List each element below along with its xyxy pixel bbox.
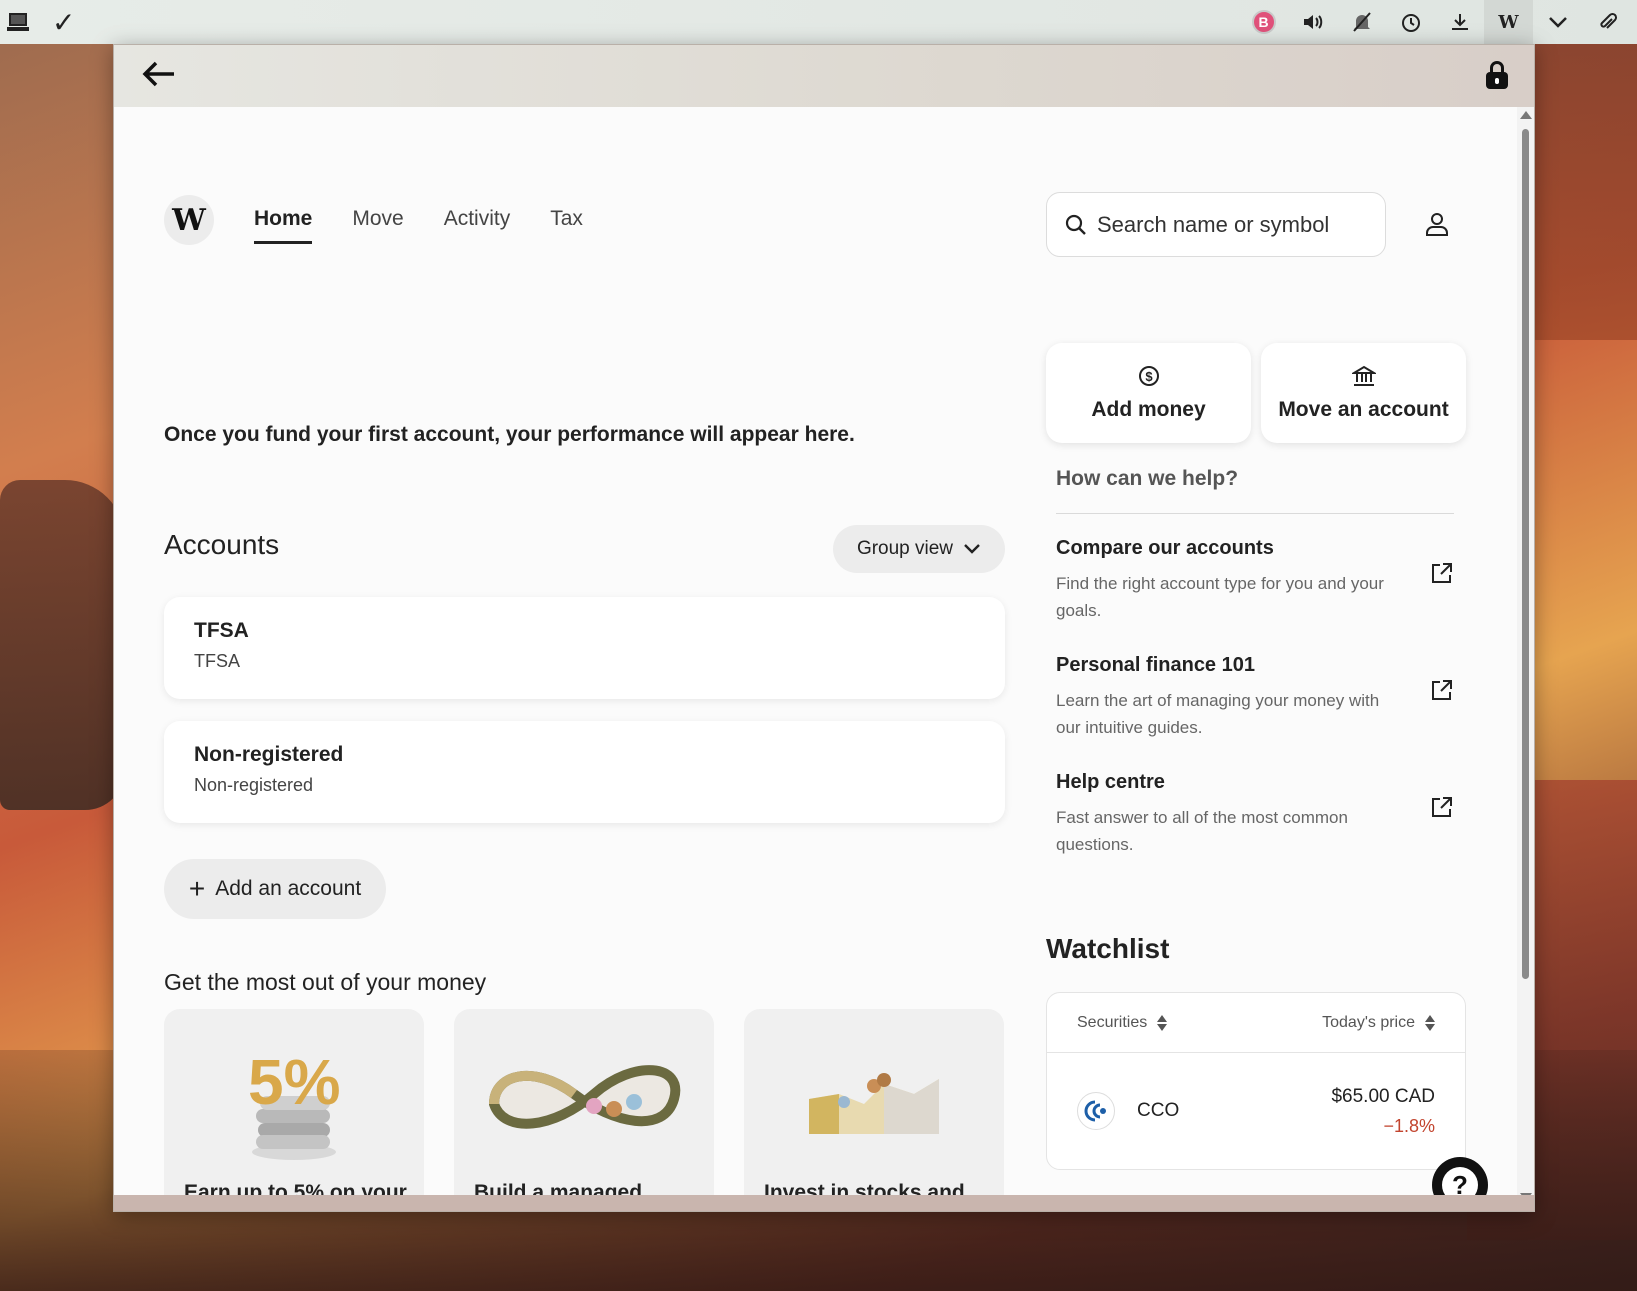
help-item-desc: Fast answer to all of the most common qu… [1056,808,1348,855]
svg-text:5%: 5% [248,1046,341,1118]
add-money-label: Add money [1091,398,1206,421]
promo-card-managed[interactable]: Build a managed portfolio [454,1009,714,1211]
wealthsimple-logo[interactable]: W [164,195,214,245]
chevron-down-icon[interactable] [1533,0,1582,44]
notifications-muted-icon[interactable] [1337,0,1386,44]
price-block: $65.00 CAD −1.8% [1331,1086,1435,1137]
watchlist-table: Securities Today's price CCO $65.00 CAD … [1046,992,1466,1170]
infinity-illustration [488,1065,681,1129]
account-card-non-registered[interactable]: Non-registered Non-registered [164,721,1005,823]
chevron-down-icon [964,544,980,554]
volume-icon[interactable] [1288,0,1337,44]
nav-move[interactable]: Move [352,207,403,244]
security-change: −1.8% [1383,1115,1435,1136]
clock-icon[interactable] [1386,0,1435,44]
system-top-bar: ✓ B W [0,0,1637,44]
bank-icon [1351,365,1376,386]
app-window: W Home Move Activity Tax Once you fund y… [113,44,1535,1212]
help-item-help-centre[interactable]: Help centre Fast answer to all of the mo… [1056,771,1454,858]
lock-icon[interactable] [1486,61,1508,89]
dollar-icon: $ [1138,366,1159,386]
move-account-label: Move an account [1278,398,1449,421]
security-symbol: CCO [1137,1100,1180,1121]
promo-card-cash[interactable]: 5% Earn up to 5% on your cash [164,1009,424,1211]
sort-price-button[interactable]: Today's price [1322,1014,1435,1032]
search-box[interactable] [1046,192,1386,257]
help-item-title: Help centre [1056,771,1165,793]
nav-home[interactable]: Home [254,207,313,244]
col-securities-label: Securities [1077,1013,1148,1031]
search-icon [1065,214,1086,235]
coins-5-percent-illustration: 5% [248,1046,341,1160]
nav-activity[interactable]: Activity [444,207,511,244]
nav-tax[interactable]: Tax [550,207,583,244]
brave-icon[interactable]: B [1239,0,1288,44]
main-nav: Home Move Activity Tax [254,207,583,244]
account-type: Non-registered [194,775,314,795]
help-item-title: Compare our accounts [1056,537,1274,559]
external-link-icon [1432,797,1452,817]
window-bottom-bar [114,1195,1534,1211]
watchlist-header: Securities Today's price [1047,993,1465,1053]
performance-message: Once you fund your first account, your p… [164,423,855,446]
add-money-button[interactable]: $ Add money [1046,343,1251,443]
add-account-button[interactable]: + Add an account [164,859,386,919]
move-account-button[interactable]: Move an account [1261,343,1466,443]
promo-card-stocks[interactable]: Invest in stocks and ETFs [744,1009,1004,1211]
col-price-label: Today's price [1322,1013,1415,1031]
help-item-desc: Learn the art of managing your money wit… [1056,691,1380,738]
download-icon[interactable] [1435,0,1484,44]
scroll-up-icon[interactable] [1520,111,1532,119]
vertical-scrollbar[interactable] [1517,107,1534,1211]
sort-securities-button[interactable]: Securities [1077,1013,1168,1032]
help-item-compare-accounts[interactable]: Compare our accounts Find the right acco… [1056,537,1454,624]
svg-text:$: $ [1145,369,1153,384]
back-arrow-icon[interactable] [142,57,176,95]
group-view-label: Group view [856,538,954,559]
help-item-title: Personal finance 101 [1056,654,1255,676]
help-item-personal-finance[interactable]: Personal finance 101 Learn the art of ma… [1056,654,1454,741]
window-titlebar [114,45,1534,107]
help-divider [1056,513,1454,514]
plus-icon: + [188,873,206,904]
checkmark-icon[interactable]: ✓ [52,0,75,44]
laptop-icon[interactable] [6,0,30,44]
paperclip-icon[interactable] [1582,0,1631,44]
profile-icon[interactable] [1424,211,1450,237]
account-type: TFSA [194,651,241,671]
watchlist-heading: Watchlist [1046,933,1170,964]
sort-icon [1157,1014,1168,1031]
group-view-button[interactable]: Group view [833,525,1005,573]
add-account-label: Add an account [215,877,362,900]
account-card-tfsa[interactable]: TFSA TFSA [164,597,1005,699]
scrollbar-thumb[interactable] [1522,129,1529,979]
search-input[interactable] [1097,211,1367,238]
accounts-heading: Accounts [164,529,280,560]
crown-coins-illustration [809,1073,939,1134]
account-name: Non-registered [194,743,344,766]
external-link-icon [1432,563,1452,583]
watchlist-row[interactable]: CCO $65.00 CAD −1.8% [1047,1053,1465,1169]
account-name: TFSA [194,619,249,642]
sort-icon [1425,1014,1435,1031]
wealthsimple-icon[interactable]: W [1484,0,1533,44]
help-heading: How can we help? [1056,467,1239,490]
external-link-icon [1432,680,1452,700]
security-price: $65.00 CAD [1331,1085,1435,1107]
desktop-wallpaper-left [0,480,125,810]
promo-section-heading: Get the most out of your money [164,969,487,995]
page-content: W Home Move Activity Tax Once you fund y… [114,107,1519,1211]
help-item-desc: Find the right account type for you and … [1056,574,1384,621]
cameco-logo-icon [1077,1092,1115,1130]
